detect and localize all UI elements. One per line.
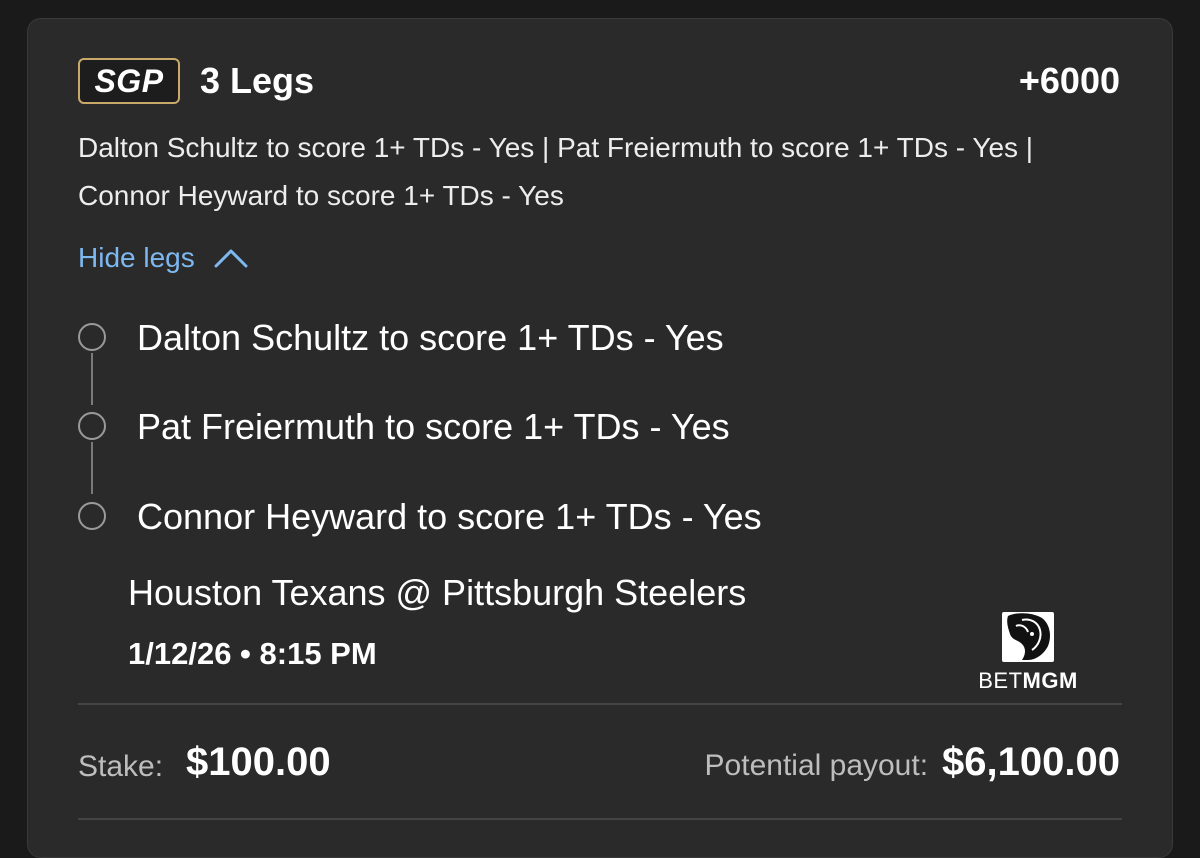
legs-count: 3 Legs	[200, 60, 315, 101]
leg-connector	[91, 442, 93, 494]
betmgm-wordmark: BETMGM	[978, 668, 1078, 693]
hide-legs-toggle[interactable]: Hide legs	[78, 242, 249, 274]
event-matchup: Houston Texans @ Pittsburgh Steelers	[128, 572, 747, 613]
divider	[78, 703, 1122, 705]
sgp-badge: SGP	[78, 58, 180, 104]
stake-value: $100.00	[186, 740, 331, 784]
leg-status-icon	[78, 502, 106, 530]
leg-status-icon	[78, 412, 106, 440]
leg-item: Pat Freiermuth to score 1+ TDs - Yes	[137, 406, 730, 447]
stake-label: Stake:	[78, 750, 164, 783]
leg-item: Dalton Schultz to score 1+ TDs - Yes	[137, 317, 724, 358]
leg-connector	[91, 353, 93, 405]
divider	[78, 818, 1122, 820]
leg-status-icon	[78, 323, 106, 351]
potential-payout: Potential payout: $6,100.00	[705, 740, 1120, 785]
hide-legs-label: Hide legs	[78, 242, 195, 273]
leg-item: Connor Heyward to score 1+ TDs - Yes	[137, 496, 762, 537]
bet-odds: +6000	[1018, 60, 1120, 101]
legs-summary: Dalton Schultz to score 1+ TDs - Yes | P…	[78, 132, 1034, 211]
sgp-badge-label: SGP	[94, 62, 164, 99]
lion-icon	[1002, 612, 1054, 662]
payout-value: $6,100.00	[942, 740, 1120, 784]
event-datetime: 1/12/26 • 8:15 PM	[128, 636, 377, 671]
payout-label: Potential payout:	[704, 749, 929, 782]
betmgm-logo: BETMGM	[968, 612, 1088, 694]
chevron-up-icon	[214, 249, 248, 268]
